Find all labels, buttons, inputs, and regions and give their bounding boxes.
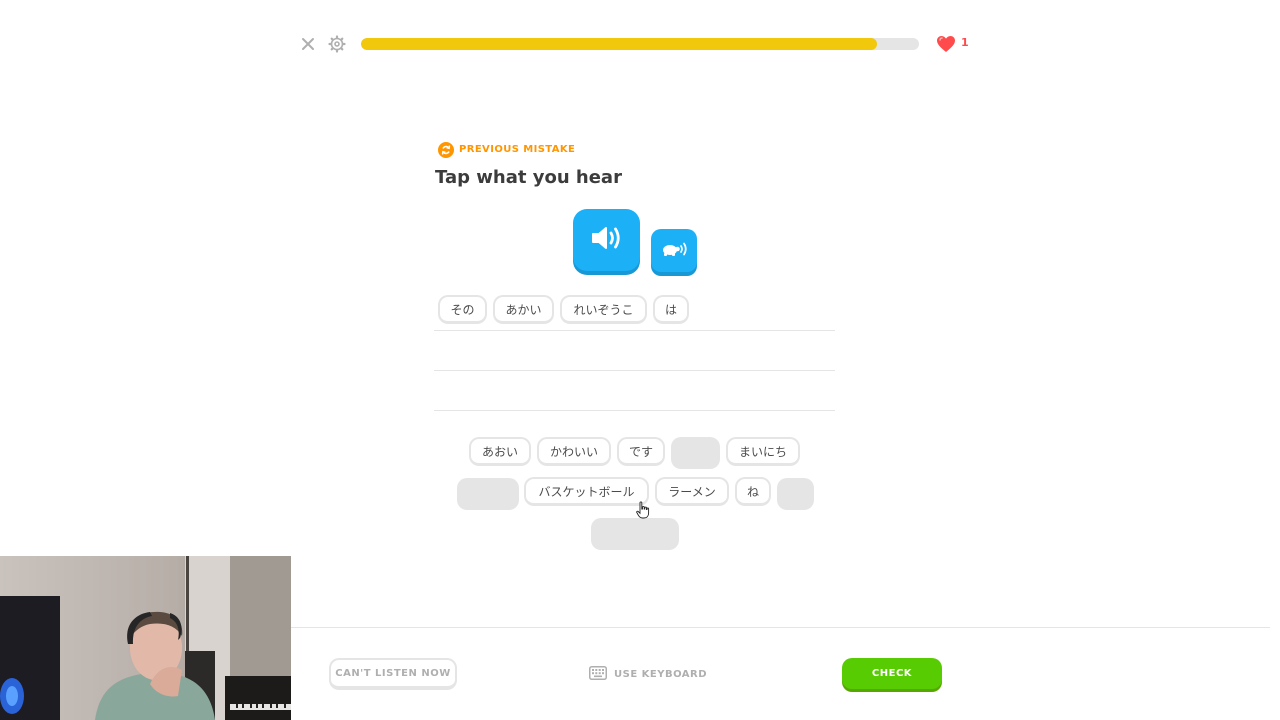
word-bank-empty-slot (591, 518, 679, 550)
cant-listen-button[interactable]: CAN'T LISTEN NOW (329, 658, 457, 690)
webcam-overlay (0, 556, 291, 720)
previous-mistake-label: PREVIOUS MISTAKE (459, 144, 576, 155)
lesson-progress-bar (361, 38, 919, 50)
close-icon[interactable] (299, 35, 317, 53)
speaker-icon (590, 224, 624, 256)
word-bank-token[interactable]: バスケットボール (524, 477, 649, 506)
hand-cursor-icon (636, 501, 650, 523)
heart-icon (936, 35, 956, 53)
answer-token[interactable]: は (653, 295, 689, 324)
footer-divider (291, 627, 1270, 628)
word-bank-token[interactable]: まいにち (726, 437, 800, 466)
play-slow-audio-button[interactable] (651, 229, 697, 272)
answer-line (434, 370, 835, 371)
word-bank-token[interactable]: かわいい (537, 437, 611, 466)
use-keyboard-label: USE KEYBOARD (614, 668, 708, 680)
check-button[interactable]: CHECK (842, 658, 942, 689)
word-bank-token[interactable]: あおい (469, 437, 531, 466)
answer-token[interactable]: れいぞうこ (560, 295, 647, 324)
hearts-count: 1 (961, 36, 969, 49)
word-bank-empty-slot (671, 437, 720, 469)
word-bank-token[interactable]: ね (735, 477, 771, 506)
turtle-speaker-icon (659, 239, 689, 263)
lesson-progress-fill (361, 38, 878, 50)
answer-token[interactable]: あかい (493, 295, 554, 324)
word-bank-token[interactable]: ラーメン (655, 477, 729, 506)
play-audio-button[interactable] (573, 209, 640, 271)
word-bank-empty-slot (457, 478, 519, 510)
answer-line (434, 330, 835, 331)
gear-icon[interactable] (328, 35, 346, 53)
answer-line (434, 410, 835, 411)
challenge-instruction: Tap what you hear (435, 167, 622, 188)
previous-mistake-icon (438, 142, 454, 158)
use-keyboard-button[interactable]: USE KEYBOARD (589, 665, 707, 683)
word-bank-token[interactable]: です (617, 437, 665, 466)
word-bank-empty-slot (777, 478, 814, 510)
keyboard-icon (589, 665, 607, 684)
answer-token[interactable]: その (438, 295, 487, 324)
